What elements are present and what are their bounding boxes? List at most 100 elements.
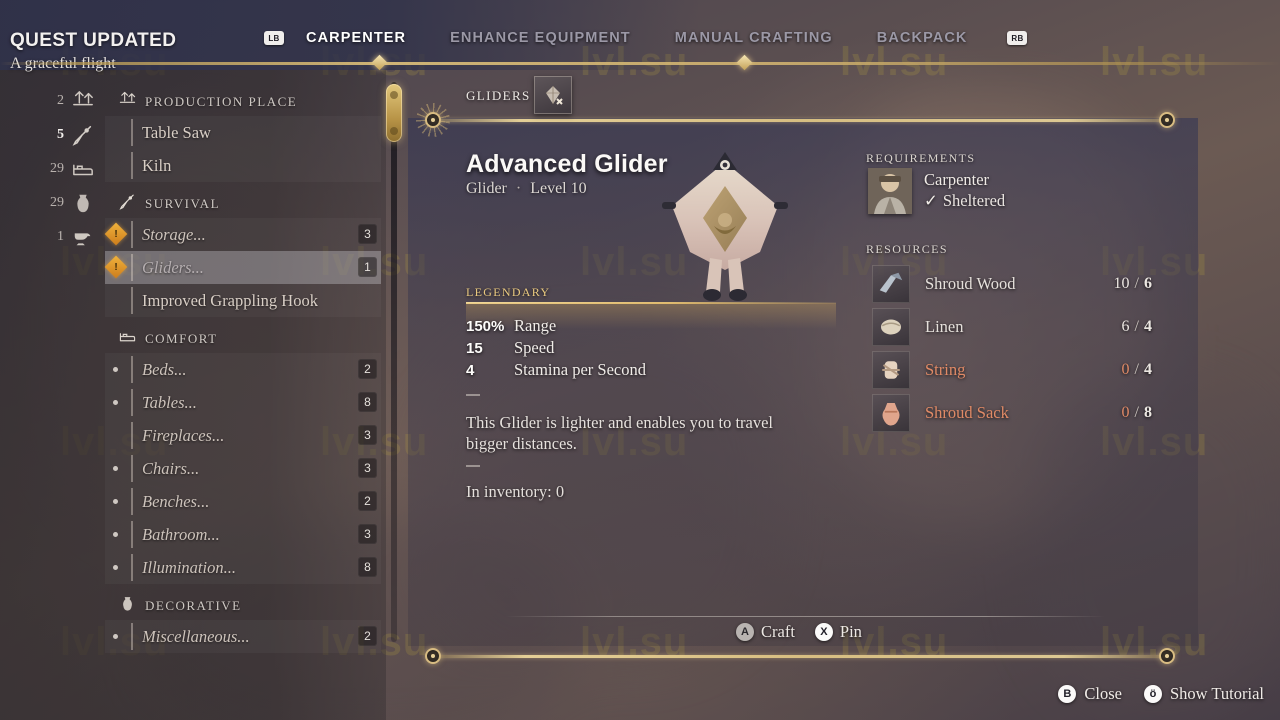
- sidebar-item-label: Miscellaneous...: [142, 626, 250, 646]
- item-accent-bar: [131, 221, 133, 248]
- detail-top-rail: [432, 119, 1172, 122]
- crafting-screen: lvl.su lvl.su lvl.su lvl.su lvl.su lvl.s…: [0, 0, 1280, 720]
- torch-icon: [72, 124, 94, 146]
- sidebar-item-beds[interactable]: Beds... 2: [105, 353, 381, 386]
- detail-top-rail-cap-right: [1159, 112, 1175, 128]
- item-accent-bar: [131, 455, 133, 482]
- warning-icon: [104, 255, 128, 279]
- sidebar-item-fireplaces[interactable]: Fireplaces... 3: [105, 419, 381, 452]
- tab-enhance-equipment[interactable]: ENHANCE EQUIPMENT: [428, 30, 653, 46]
- bullet-icon: [113, 634, 118, 639]
- tab-rail-marker-manual-crafting: [736, 54, 753, 71]
- sidebar-item-count: 8: [358, 557, 377, 577]
- item-accent-bar: [131, 488, 133, 515]
- category-counter[interactable]: 1: [30, 220, 94, 254]
- resource-slash: /: [1130, 360, 1143, 378]
- sidebar-section-comfort: COMFORT: [105, 325, 381, 353]
- tab-rail: [0, 62, 1280, 65]
- category-counter[interactable]: 5: [30, 118, 94, 152]
- resource-row: Shroud Wood 10 / 6: [872, 262, 1152, 305]
- footer-show-tutorial-button[interactable]: ö Show Tutorial: [1144, 684, 1264, 704]
- category-counter-value: 1: [57, 229, 64, 244]
- stat-label: Range: [514, 316, 557, 335]
- requirement-texts: Carpenter ✓ Sheltered: [924, 168, 1005, 214]
- left-bumper-hint[interactable]: LB: [264, 31, 284, 45]
- category-counter[interactable]: 29: [30, 186, 94, 220]
- stat-value: 15: [466, 340, 483, 357]
- sidebar-item-count: 3: [358, 458, 377, 478]
- resource-slash: /: [1130, 274, 1143, 292]
- item-subtitle: Glider · Level 10: [466, 180, 587, 198]
- item-accent-bar: [131, 356, 133, 383]
- sidebar-item-miscellaneous[interactable]: Miscellaneous... 2: [105, 620, 381, 653]
- sidebar-item-table-saw[interactable]: Table Saw: [105, 116, 381, 149]
- sidebar-item-count: 2: [358, 491, 377, 511]
- sidebar-item-illumination[interactable]: Illumination... 8: [105, 551, 381, 584]
- check-icon: ✓: [924, 191, 938, 210]
- button-glyph-x-icon: X: [814, 623, 833, 641]
- resources-label: RESOURCES: [866, 242, 948, 256]
- requirement-condition-label: Sheltered: [942, 191, 1006, 210]
- rarity-label: LEGENDARY: [466, 285, 551, 299]
- sidebar-item-storage[interactable]: Storage... 3: [104, 218, 381, 251]
- torch-icon: [119, 193, 136, 215]
- tab-manual-crafting[interactable]: MANUAL CRAFTING: [653, 30, 855, 46]
- sidebar-scroll-area[interactable]: 2 5 29 29 1 PRODUCTION PLACE Table Saw Kiln SUR…: [0, 70, 386, 720]
- sidebar-item-kiln[interactable]: Kiln: [105, 149, 381, 182]
- top-tab-bar: LB CARPENTER ENHANCE EQUIPMENT MANUAL CRAFT…: [0, 0, 1280, 71]
- sidebar-item-tables[interactable]: Tables... 8: [105, 386, 381, 419]
- stat-value: 4: [466, 362, 475, 379]
- shroud-wood-icon: [872, 264, 910, 303]
- sidebar-item-bathroom[interactable]: Bathroom... 3: [105, 518, 381, 551]
- sidebar-item-count: 2: [358, 626, 377, 646]
- sidebar-item-chairs[interactable]: Chairs... 3: [105, 452, 381, 485]
- item-accent-bar: [131, 554, 133, 581]
- sidebar-item-gliders[interactable]: Gliders... 1: [104, 251, 381, 284]
- item-accent-bar: [131, 623, 133, 650]
- action-craft[interactable]: A Craft: [736, 622, 795, 642]
- footer-close-button[interactable]: B Close: [1058, 684, 1122, 704]
- sidebar-section-production-place: PRODUCTION PLACE: [105, 88, 381, 116]
- tab-carpenter[interactable]: CARPENTER: [284, 30, 428, 46]
- category-counter[interactable]: 29: [30, 152, 94, 186]
- sidebar-item-count: 8: [358, 392, 377, 412]
- sidebar-section-label: COMFORT: [145, 331, 218, 346]
- tab-rail-marker-carpenter: [371, 54, 388, 71]
- resource-slash: /: [1130, 403, 1143, 421]
- inventory-count: In inventory: 0: [466, 482, 565, 501]
- stat-value: 150%: [466, 318, 505, 335]
- resource-amount: 0 / 4: [1122, 361, 1152, 379]
- sidebar-scrollbar-track[interactable]: [391, 82, 397, 642]
- bullet-icon: [113, 367, 118, 372]
- action-bar: A Craft X Pin: [736, 622, 862, 642]
- action-divider: [505, 616, 1105, 617]
- bed-icon: [72, 158, 94, 180]
- action-pin[interactable]: X Pin: [814, 622, 862, 642]
- item-accent-bar: [131, 254, 133, 281]
- sidebar-scrollbar-thumb[interactable]: [386, 84, 402, 142]
- tab-backpack[interactable]: BACKPACK: [855, 30, 990, 46]
- resource-amount: 0 / 8: [1122, 404, 1152, 422]
- resources-list: Shroud Wood 10 / 6 Linen 6 / 4 String 0 / 4 Sh…: [872, 262, 1152, 434]
- sidebar-item-benches[interactable]: Benches... 2: [105, 485, 381, 518]
- resource-have: 6: [1121, 317, 1130, 335]
- glider-thumbnail-icon[interactable]: [534, 76, 572, 114]
- resource-name: Linen: [925, 316, 964, 336]
- sidebar-section-label: DECORATIVE: [145, 598, 242, 613]
- breadcrumb: GLIDERS: [466, 88, 531, 103]
- item-level: Level 10: [530, 180, 587, 197]
- right-bumper-hint[interactable]: RB: [1007, 31, 1028, 45]
- sidebar-item-improved-grappling-hook[interactable]: Improved Grappling Hook: [105, 284, 381, 317]
- warning-icon: [104, 222, 128, 246]
- action-label: Craft: [761, 622, 795, 641]
- sidebar-item-label: Storage...: [142, 224, 206, 244]
- divider-dash-top: [466, 394, 480, 396]
- category-sidebar: 2 5 29 29 1 PRODUCTION PLACE Table Saw Kiln SUR…: [0, 70, 386, 720]
- resource-have: 10: [1113, 274, 1130, 292]
- resource-have: 0: [1121, 403, 1130, 421]
- tab-list: LB CARPENTER ENHANCE EQUIPMENT MANUAL CRAFT…: [264, 30, 1028, 46]
- category-counter[interactable]: 2: [30, 84, 94, 118]
- bullet-icon: [113, 466, 118, 471]
- resource-row: Shroud Sack 0 / 8: [872, 391, 1152, 434]
- footer-label: Close: [1084, 684, 1122, 703]
